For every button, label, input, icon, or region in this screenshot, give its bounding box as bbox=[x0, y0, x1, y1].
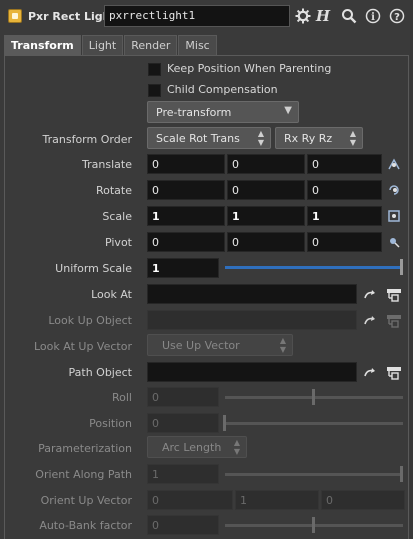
updown-arrow-icon: ▲ ▼ bbox=[349, 129, 356, 147]
rotate-y-field[interactable]: 0 bbox=[227, 180, 305, 200]
scale-x-field[interactable]: 1 bbox=[147, 206, 225, 226]
scale-label: Scale bbox=[102, 210, 132, 223]
orient-along-path-label: Orient Along Path bbox=[35, 468, 132, 481]
node-type-label: Pxr Rect Light bbox=[28, 10, 116, 23]
position-slider-knob[interactable] bbox=[223, 415, 226, 431]
dropdown-arrow-icon: ▼ bbox=[284, 105, 292, 116]
node-chooser-icon[interactable] bbox=[386, 313, 402, 329]
gear-icon[interactable] bbox=[294, 7, 312, 25]
look-up-object-field[interactable] bbox=[147, 310, 357, 330]
position-slider[interactable] bbox=[225, 422, 403, 425]
svg-text:?: ? bbox=[394, 12, 400, 23]
svg-text:i: i bbox=[371, 12, 375, 23]
jump-arrow-icon[interactable] bbox=[362, 287, 378, 303]
tab-light[interactable]: Light bbox=[81, 35, 124, 55]
uniform-scale-slider-knob[interactable] bbox=[400, 259, 403, 275]
uniform-scale-slider[interactable] bbox=[225, 266, 403, 269]
node-chooser-icon[interactable] bbox=[386, 287, 402, 303]
rotate-order-value: Rx Ry Rz bbox=[284, 132, 333, 145]
node-name-field[interactable]: pxrrectlight1 bbox=[104, 5, 290, 27]
child-compensation-label: Child Compensation bbox=[167, 83, 278, 96]
position-label: Position bbox=[89, 417, 132, 430]
look-at-up-vector-label: Look At Up Vector bbox=[34, 340, 132, 353]
look-at-up-vector-value: Use Up Vector bbox=[162, 339, 240, 352]
roll-field[interactable]: 0 bbox=[147, 387, 219, 407]
keep-position-label: Keep Position When Parenting bbox=[167, 62, 332, 75]
orient-up-vector-x-field[interactable]: 0 bbox=[147, 490, 233, 510]
look-at-up-vector-menu[interactable]: Use Up Vector ▲ ▼ bbox=[147, 334, 293, 356]
jump-arrow-icon[interactable] bbox=[362, 365, 378, 381]
jump-arrow-icon[interactable] bbox=[362, 313, 378, 329]
search-icon[interactable] bbox=[340, 7, 358, 25]
scale-y-field[interactable]: 1 bbox=[227, 206, 305, 226]
auto-bank-slider-knob[interactable] bbox=[312, 517, 315, 533]
info-icon[interactable]: i bbox=[364, 7, 382, 25]
translate-handle-icon[interactable] bbox=[386, 156, 402, 172]
transform-order-value: Scale Rot Trans bbox=[156, 132, 240, 145]
tab-transform[interactable]: Transform bbox=[4, 35, 81, 55]
translate-y-field[interactable]: 0 bbox=[227, 154, 305, 174]
rotate-label: Rotate bbox=[95, 184, 132, 197]
scale-handle-icon[interactable] bbox=[386, 208, 402, 224]
path-object-field[interactable] bbox=[147, 362, 357, 382]
uniform-scale-field[interactable]: 1 bbox=[147, 258, 219, 278]
pre-transform-menu[interactable]: Pre-transform ▼ bbox=[147, 101, 299, 123]
pivot-handle-icon[interactable] bbox=[386, 234, 402, 250]
transform-order-menu[interactable]: Scale Rot Trans ▲ ▼ bbox=[147, 127, 271, 149]
auto-bank-label: Auto-Bank factor bbox=[39, 519, 132, 532]
child-compensation-checkbox[interactable] bbox=[148, 84, 161, 97]
path-object-label: Path Object bbox=[68, 366, 133, 379]
pivot-label: Pivot bbox=[104, 236, 132, 249]
roll-label: Roll bbox=[112, 391, 132, 404]
translate-label: Translate bbox=[82, 158, 132, 171]
help-h-icon[interactable]: H bbox=[314, 7, 332, 25]
node-chooser-icon[interactable] bbox=[386, 365, 402, 381]
scale-z-field[interactable]: 1 bbox=[307, 206, 382, 226]
orient-up-vector-z-field[interactable]: 0 bbox=[321, 490, 405, 510]
updown-arrow-icon: ▲ ▼ bbox=[233, 438, 240, 456]
look-at-label: Look At bbox=[91, 288, 132, 301]
rotate-handle-icon[interactable] bbox=[386, 182, 402, 198]
tab-render[interactable]: Render bbox=[124, 35, 178, 55]
look-at-field[interactable] bbox=[147, 284, 357, 304]
keep-position-checkbox[interactable] bbox=[148, 63, 161, 76]
parameterization-value: Arc Length bbox=[162, 441, 222, 454]
roll-slider-knob[interactable] bbox=[312, 389, 315, 405]
orient-up-vector-label: Orient Up Vector bbox=[40, 494, 132, 507]
rotate-order-menu[interactable]: Rx Ry Rz ▲ ▼ bbox=[275, 127, 363, 149]
parameterization-label: Parameterization bbox=[38, 442, 132, 455]
look-up-object-label: Look Up Object bbox=[48, 314, 132, 327]
orient-along-path-slider-knob[interactable] bbox=[400, 466, 403, 482]
orient-up-vector-y-field[interactable]: 1 bbox=[235, 490, 319, 510]
pivot-x-field[interactable]: 0 bbox=[147, 232, 225, 252]
translate-z-field[interactable]: 0 bbox=[307, 154, 382, 174]
orient-along-path-slider[interactable] bbox=[225, 473, 403, 476]
question-icon[interactable]: ? bbox=[388, 7, 406, 25]
tab-misc[interactable]: Misc bbox=[178, 35, 217, 55]
position-field[interactable]: 0 bbox=[147, 413, 219, 433]
transform-order-label: Transform Order bbox=[42, 133, 132, 146]
pivot-y-field[interactable]: 0 bbox=[227, 232, 305, 252]
rotate-x-field[interactable]: 0 bbox=[147, 180, 225, 200]
updown-arrow-icon: ▲ ▼ bbox=[257, 129, 264, 147]
parameter-header: Pxr Rect Light pxrrectlight1 H i ? bbox=[0, 0, 413, 34]
tab-bar: Transform Light Render Misc bbox=[4, 35, 218, 55]
auto-bank-field[interactable]: 0 bbox=[147, 515, 219, 535]
pre-transform-label: Pre-transform bbox=[156, 106, 232, 119]
uniform-scale-label: Uniform Scale bbox=[55, 262, 132, 275]
pivot-z-field[interactable]: 0 bbox=[307, 232, 382, 252]
orient-along-path-field[interactable]: 1 bbox=[147, 464, 219, 484]
parameterization-menu[interactable]: Arc Length ▲ ▼ bbox=[147, 436, 247, 458]
rotate-z-field[interactable]: 0 bbox=[307, 180, 382, 200]
light-node-icon bbox=[8, 9, 22, 23]
translate-x-field[interactable]: 0 bbox=[147, 154, 225, 174]
updown-arrow-icon: ▲ ▼ bbox=[279, 336, 286, 354]
